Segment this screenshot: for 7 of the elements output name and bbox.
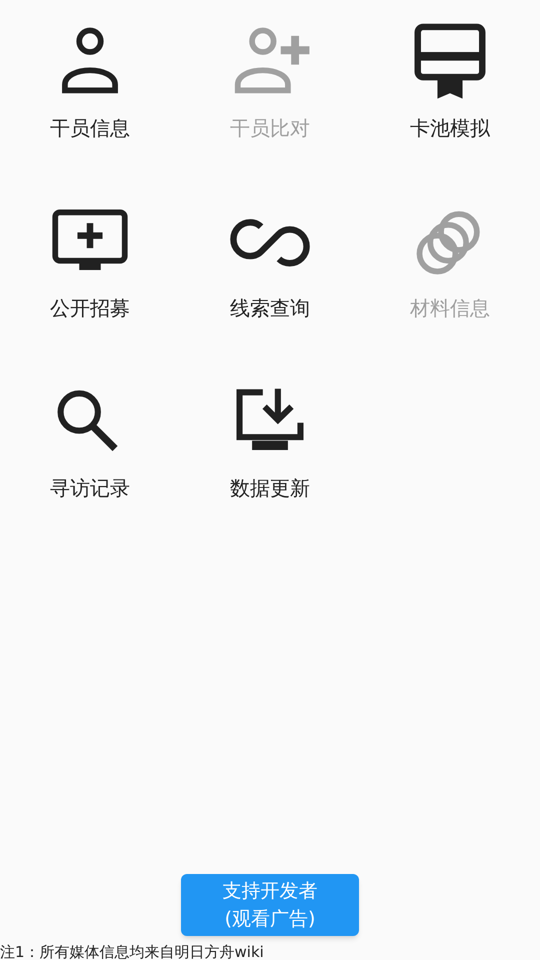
footnote: 注1：所有媒体信息均来自明日方舟wiki [0,942,265,960]
menu-item-label[interactable]: 卡池模拟 [410,114,490,142]
menu-item-label[interactable]: 寻访记录 [50,474,130,502]
menu-item-label[interactable]: 数据更新 [230,474,310,502]
menu-item-label[interactable]: 干员信息 [50,114,130,142]
menu-item-label[interactable]: 线索查询 [230,294,310,322]
menu-item-label[interactable]: 公开招募 [50,294,130,322]
